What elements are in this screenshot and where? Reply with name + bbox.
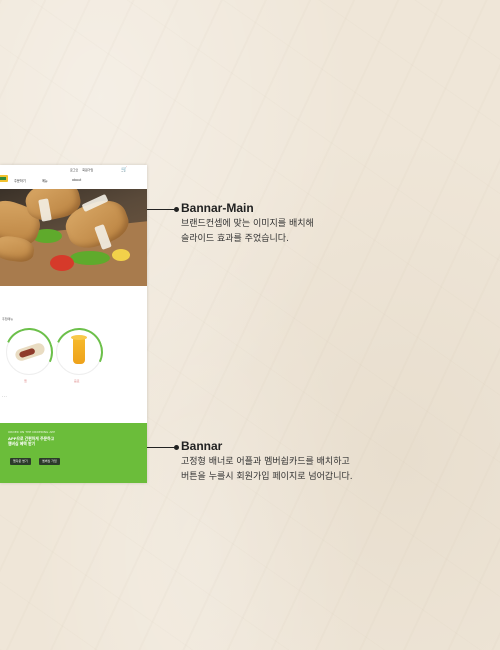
nav-item-order[interactable]: 주문하기 (14, 178, 26, 183)
lettuce (70, 251, 110, 265)
menu-card-wrap[interactable] (0, 321, 60, 383)
membership-join-button[interactable]: 멤버십 가입 (39, 458, 60, 465)
app-download-button[interactable]: 앱다운 받기 (10, 458, 31, 465)
nav-item-about[interactable]: about (72, 178, 81, 182)
website-mockup: 로그인 회원가입 🛒 주문하기 메뉴 about 추천메뉴 랩 음료 ... O (0, 165, 147, 483)
banner-title: APP으로 간편하게 주문하고 멤버십 혜택 받기 (8, 436, 55, 446)
annotation-desc-banner-line1: 고정형 배너로 어플과 멤버쉽카드를 배치하고 (181, 457, 350, 467)
leader-line-main (147, 209, 177, 210)
juice-icon (71, 335, 87, 364)
leader-dot-main (174, 207, 179, 212)
login-link[interactable]: 로그인 (70, 168, 78, 172)
annotation-desc-banner-line2: 버튼을 누를시 회원가입 페이지로 넘어갑니다. (181, 472, 353, 482)
menu-caption-wrap: 랩 (24, 379, 27, 383)
main-banner-slide[interactable] (0, 189, 147, 286)
annotation-title-main: Bannar-Main (181, 201, 254, 215)
menu-section-title: 추천메뉴 (2, 317, 14, 321)
menu-card-juice[interactable] (48, 321, 110, 383)
app-membership-banner: ORDER ON THE ORDERING APP APP으로 간편하게 주문하… (0, 423, 147, 483)
annotation-title-banner: Bannar (181, 439, 223, 453)
brand-logo[interactable] (0, 175, 8, 182)
site-header: 로그인 회원가입 🛒 주문하기 메뉴 about (0, 165, 147, 189)
signup-link[interactable]: 회원가입 (82, 168, 93, 172)
utility-links: 로그인 회원가입 (70, 168, 96, 172)
cheese (112, 249, 130, 261)
leader-dot-banner (174, 445, 179, 450)
annotation-desc-main-line1: 브랜드컨셉에 맞는 이미지를 배치해 (181, 219, 314, 229)
menu-caption-juice: 음료 (74, 379, 80, 383)
banner-subtitle: ORDER ON THE ORDERING APP (8, 430, 55, 434)
more-indicator: ... (2, 393, 8, 398)
annotation-desc-main-line2: 슬라이드 효과를 주었습니다. (181, 234, 289, 244)
tomato (50, 255, 74, 271)
leader-line-banner (147, 447, 177, 448)
nav-item-menu[interactable]: 메뉴 (42, 178, 48, 183)
cart-icon[interactable]: 🛒 (121, 167, 127, 173)
